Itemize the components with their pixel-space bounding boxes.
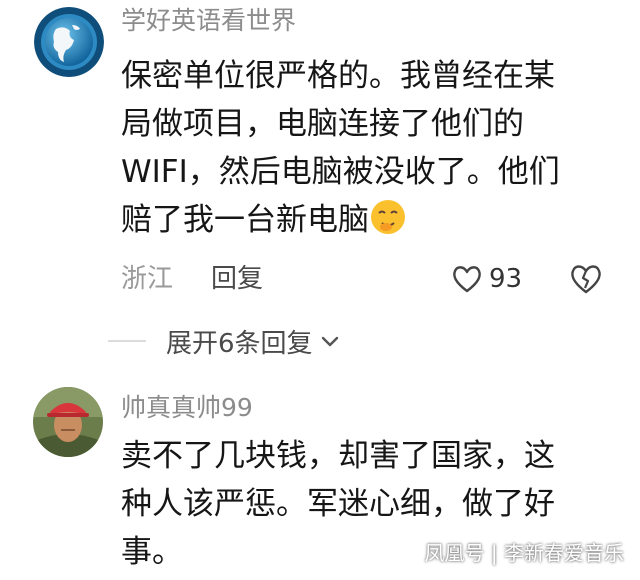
comment-line: 局做项目，电脑连接了他们的 [121,106,524,142]
shushing-face-emoji-icon [371,200,405,234]
comment-line-with-emoji: 赔了我一台新电脑 [121,196,631,244]
like-button[interactable]: 93 [451,259,522,299]
watermark: 凤凰号 | 李新春爱音乐 [424,541,624,565]
comment-line: WIFI，然后电脑被没收了。他们 [121,154,560,190]
divider [108,340,146,342]
reply-button[interactable]: 回复 [211,259,263,299]
comment-line: 保密单位很严格的。我曾经在某 [121,58,555,94]
comment-line: 卖不了几块钱，却害了国家，这 [121,438,555,474]
chevron-down-icon [321,336,338,347]
dislike-button[interactable] [569,262,603,296]
comment-line: 种人该严惩。军迷心细，做了好 [121,486,555,522]
avatar-globe[interactable] [34,7,104,77]
heart-icon [453,266,481,293]
expand-replies-label: 展开6条回复 [166,328,313,359]
comment-line: 赔了我一台新电脑 [121,202,369,238]
comment-body: 保密单位很严格的。我曾经在某 局做项目，电脑连接了他们的 WIFI，然后电脑被没… [121,52,631,244]
comment-username[interactable]: 学好英语看世界 [121,6,296,36]
avatar-user-photo[interactable] [33,387,103,457]
comment-location: 浙江 [121,264,174,294]
broken-heart-icon [571,265,601,294]
comment-username[interactable]: 帅真真帅99 [121,393,253,423]
like-count: 93 [489,264,523,294]
globe-avatar-icon [34,7,104,77]
expand-replies[interactable]: 展开6条回复 [108,321,341,361]
user-photo-icon [33,387,103,457]
